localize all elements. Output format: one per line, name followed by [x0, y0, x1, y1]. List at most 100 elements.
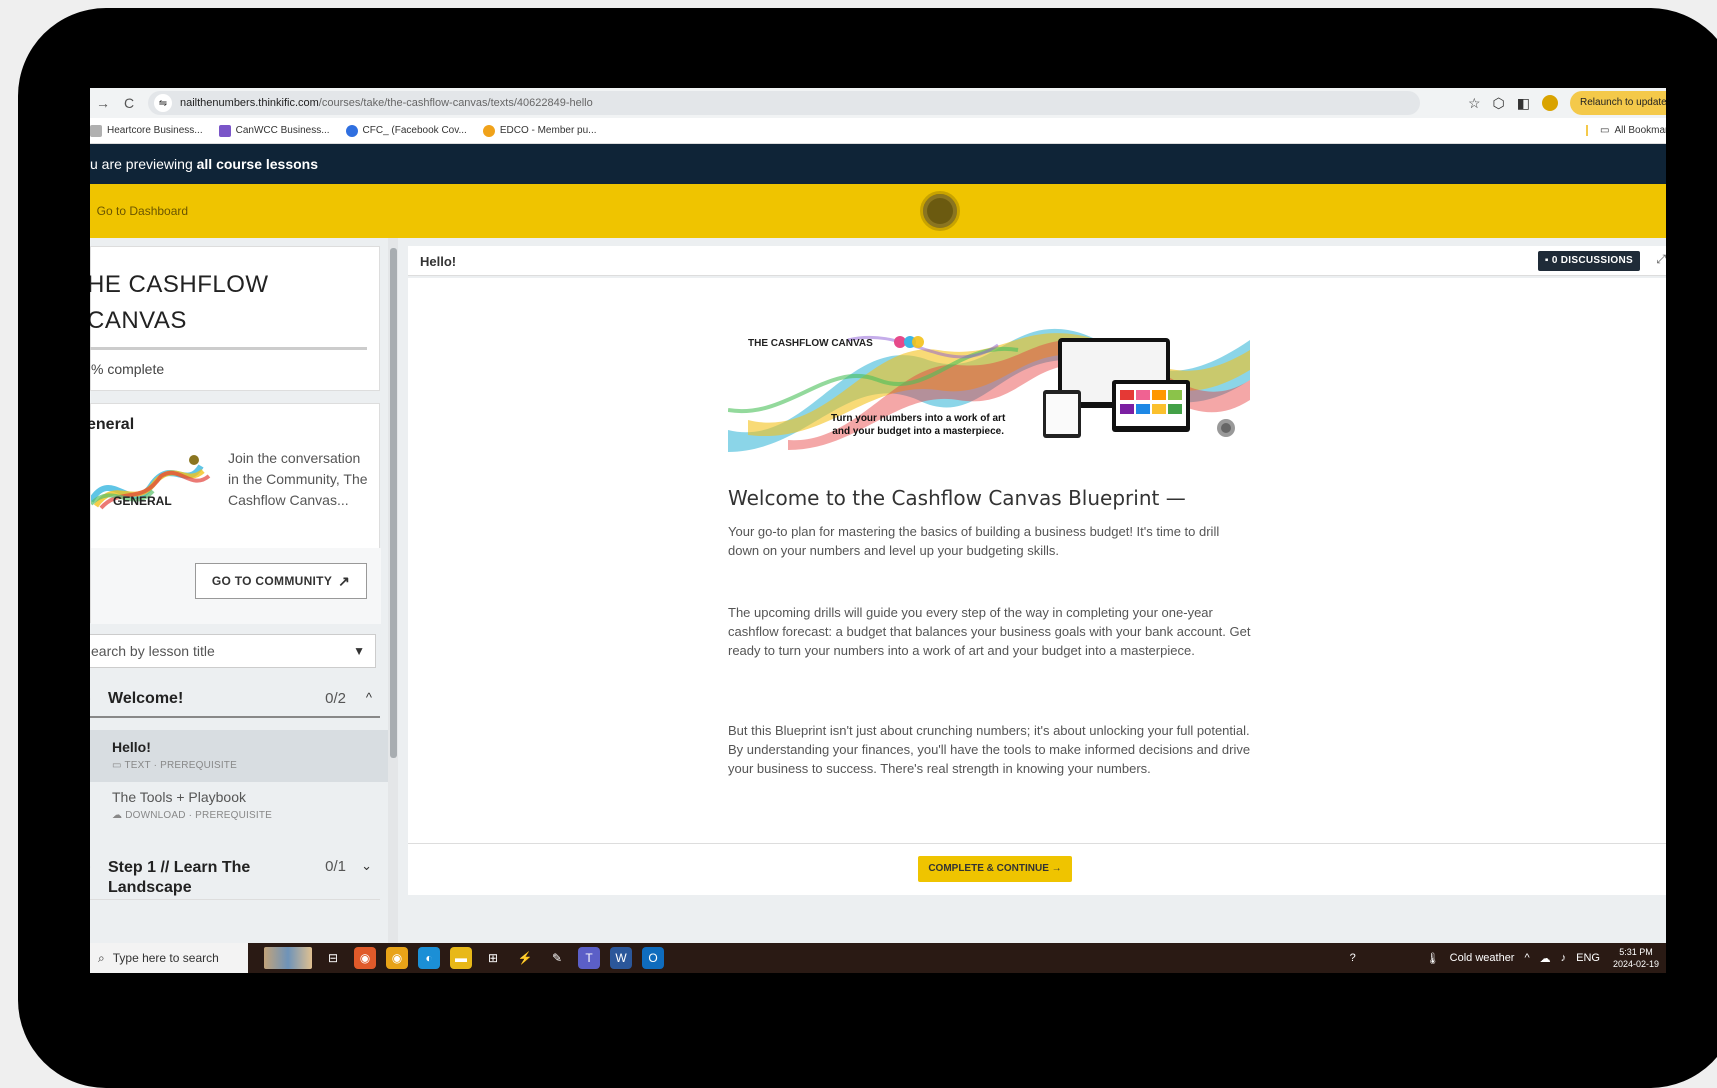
- go-to-dashboard-label: Go to Dashboard: [96, 204, 189, 218]
- bookmark-star-icon[interactable]: ☆: [1468, 95, 1481, 112]
- word-icon[interactable]: W: [610, 947, 632, 969]
- course-title: HE CASHFLOW CANVAS: [90, 267, 269, 339]
- forward-icon[interactable]: →: [90, 95, 116, 111]
- language-indicator[interactable]: ENG: [1576, 952, 1600, 964]
- content-paragraph: The upcoming drills will guide you every…: [728, 605, 1251, 658]
- taskbar-search[interactable]: ⌕ Type here to search: [90, 943, 248, 973]
- bookmark-favicon-icon: [218, 124, 231, 137]
- task-view-icon[interactable]: ⊟: [322, 947, 344, 969]
- lesson-meta: ☁ DOWNLOAD · PREREQUISITE: [112, 810, 272, 821]
- network-icon[interactable]: ☁: [1540, 952, 1551, 965]
- content-heading: Welcome to the Cashflow Canvas Blueprint…: [728, 486, 1186, 510]
- search-highlight-image[interactable]: [264, 947, 312, 969]
- clock-date: 2024-02-19: [1612, 959, 1660, 969]
- chat-icon: ▪: [1544, 255, 1549, 266]
- community-image-label: GENERAL: [113, 494, 172, 508]
- discussions-label: 0 DISCUSSIONS: [1551, 255, 1633, 266]
- store-icon[interactable]: ⊞: [482, 947, 504, 969]
- browser-toolbar: → C ⇋ nailthenumbers.thinkific.com/cours…: [90, 88, 1666, 118]
- weather-text[interactable]: Cold weather: [1450, 952, 1515, 964]
- preview-bold-text: all course lessons: [196, 156, 319, 172]
- chapter-welcome[interactable]: ) Welcome! 0/2 ^: [90, 682, 380, 718]
- lesson-item-hello[interactable]: Hello! ▭ TEXT · PREREQUISITE: [90, 730, 388, 782]
- chevron-up-icon[interactable]: ^: [366, 690, 372, 705]
- bookmark-item[interactable]: CFC_ (Facebook Cov...: [345, 124, 467, 137]
- chapter-number: ): [90, 690, 91, 707]
- lesson-heading: Hello!: [420, 254, 457, 269]
- toolbar-right: ☆ ⬡ ◧ Relaunch to update: [1468, 88, 1666, 118]
- paint-icon[interactable]: ✎: [546, 947, 568, 969]
- thermometer-icon: 🌡: [1425, 952, 1440, 965]
- relaunch-button[interactable]: Relaunch to update: [1570, 91, 1666, 115]
- teams-icon[interactable]: T: [578, 947, 600, 969]
- side-panel-icon[interactable]: ◧: [1517, 95, 1530, 112]
- text-lesson-icon: ▭: [112, 760, 122, 771]
- discussions-button[interactable]: ▪ 0 DISCUSSIONS: [1537, 251, 1640, 271]
- outlook-icon[interactable]: O: [642, 947, 664, 969]
- windows-taskbar: ⌕ Type here to search ⊟ ◉ ◉ ◐ ▬ ⊞ ⚡ ✎ T …: [90, 943, 1666, 973]
- bookmark-favicon-icon: [345, 124, 358, 137]
- chrome-icon[interactable]: ◉: [386, 947, 408, 969]
- site-info-icon[interactable]: ⇋: [154, 94, 172, 112]
- volume-icon[interactable]: ♪: [1561, 952, 1567, 964]
- url-path: /courses/take/the-cashflow-canvas/texts/…: [318, 97, 593, 109]
- site-logo[interactable]: [920, 191, 960, 231]
- complete-continue-button[interactable]: COMPLETE & CONTINUE →: [918, 856, 1072, 882]
- lesson-main: Hello! ▪ 0 DISCUSSIONS ⤢ THE CASHFLOW CA…: [398, 238, 1666, 943]
- lesson-title: Hello!: [112, 739, 151, 755]
- bookmark-item[interactable]: Heartcore Business...: [90, 124, 203, 137]
- bookmark-favicon-icon: [90, 124, 102, 137]
- reload-icon[interactable]: C: [116, 95, 142, 111]
- community-description: Join the conversation in the Community, …: [228, 450, 368, 508]
- app-icon[interactable]: ◉: [354, 947, 376, 969]
- extensions-icon[interactable]: ⬡: [1493, 95, 1505, 112]
- lightning-icon[interactable]: ⚡: [514, 947, 536, 969]
- bookmark-label: EDCO - Member pu...: [499, 125, 597, 136]
- address-bar[interactable]: ⇋ nailthenumbers.thinkific.com/courses/t…: [148, 91, 1420, 115]
- progress-text: % complete: [91, 361, 165, 377]
- chapter-number: ): [90, 858, 91, 875]
- file-explorer-icon[interactable]: ▬: [450, 947, 472, 969]
- go-to-dashboard-link[interactable]: ‹ Go to Dashboard: [90, 184, 188, 238]
- clock-time: 5:31 PM: [1619, 947, 1653, 957]
- go-to-community-button[interactable]: GO TO COMMUNITY ↗: [195, 563, 367, 599]
- profile-avatar-icon[interactable]: [1542, 95, 1558, 111]
- chapter-step-1[interactable]: ) Step 1 // Learn The Landscape 0/1 ⌄: [90, 850, 380, 900]
- system-tray: ? 🌡 Cold weather ^ ☁ ♪ ENG 5:31 PM 2024-…: [1350, 943, 1666, 973]
- all-bookmarks-button[interactable]: ▭ All Bookmarks: [1586, 125, 1666, 136]
- expand-icon[interactable]: ⤢: [1656, 252, 1666, 267]
- lesson-item-tools-playbook[interactable]: The Tools + Playbook ☁ DOWNLOAD · PREREQ…: [90, 780, 388, 832]
- course-title-line: CANVAS: [90, 307, 187, 334]
- caret-down-icon: ▼: [353, 644, 365, 658]
- lesson-meta-text: TEXT · PREREQUISITE: [124, 760, 237, 771]
- help-icon[interactable]: ?: [1350, 952, 1356, 964]
- community-card-footer: GO TO COMMUNITY ↗: [91, 548, 381, 624]
- clock[interactable]: 5:31 PM 2024-02-19: [1610, 946, 1662, 970]
- lesson-meta-text: DOWNLOAD · PREREQUISITE: [125, 810, 273, 821]
- course-banner-image: THE CASHFLOW CANVAS Turn your numbers in…: [728, 320, 1250, 452]
- community-image: [91, 455, 211, 510]
- bookmark-label: Heartcore Business...: [107, 125, 203, 136]
- edge-icon[interactable]: ◐: [418, 947, 440, 969]
- lesson-title: The Tools + Playbook: [112, 789, 246, 805]
- go-to-community-label: GO TO COMMUNITY: [211, 574, 333, 588]
- banner-brand-text: THE CASHFLOW CANVAS: [748, 338, 873, 349]
- all-bookmarks-label: All Bookmarks: [1614, 125, 1666, 136]
- chapter-title: Step 1 // Learn The Landscape: [108, 859, 251, 896]
- community-card: eneral GENERAL Join the conversation in …: [90, 403, 381, 624]
- chevron-down-icon[interactable]: ⌄: [361, 858, 372, 874]
- folder-icon: ▭: [1600, 125, 1610, 136]
- content-paragraph: But this Blueprint isn't just about crun…: [728, 723, 1251, 776]
- tray-chevron-icon[interactable]: ^: [1524, 952, 1529, 964]
- content-paragraph: Your go-to plan for mastering the basics…: [728, 524, 1220, 558]
- community-heading: eneral: [90, 416, 135, 433]
- bookmark-item[interactable]: CanWCC Business...: [218, 124, 330, 137]
- lesson-search-select[interactable]: earch by lesson title ▼: [90, 634, 376, 668]
- course-progress-card: HE CASHFLOW CANVAS % complete: [90, 246, 380, 391]
- bookmarks-bar: Heartcore Business... CanWCC Business...…: [90, 118, 1666, 144]
- bookmark-item[interactable]: EDCO - Member pu...: [482, 124, 597, 137]
- course-header: ‹ Go to Dashboard: [90, 184, 1666, 238]
- course-title-line: HE CASHFLOW: [90, 271, 269, 298]
- sidebar-scrollbar-thumb[interactable]: [390, 248, 397, 758]
- url-host: nailthenumbers.thinkific.com: [180, 97, 319, 109]
